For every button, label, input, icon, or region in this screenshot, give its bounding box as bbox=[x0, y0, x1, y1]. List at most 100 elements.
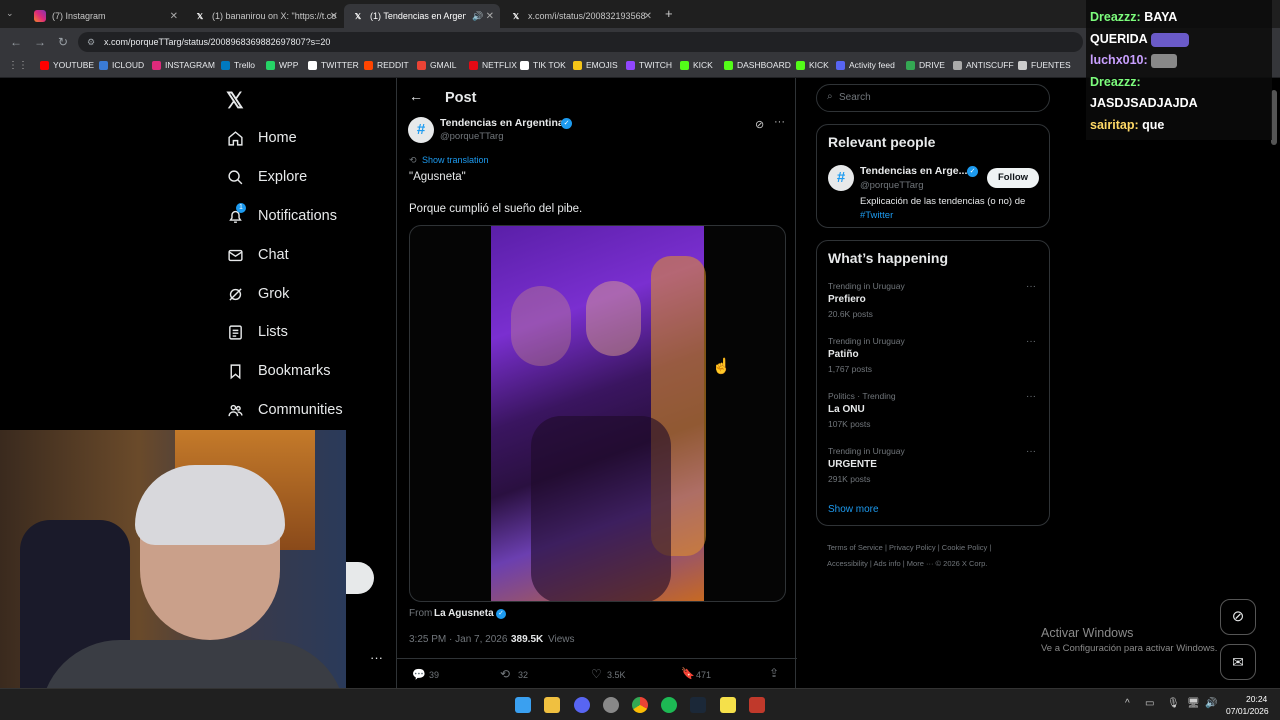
bookmark-item[interactable]: ICLOUD bbox=[99, 60, 144, 70]
bookmark-item[interactable]: KICK bbox=[680, 60, 713, 70]
bookmark-item[interactable]: KICK bbox=[796, 60, 829, 70]
more-link[interactable]: More ··· bbox=[907, 559, 934, 568]
file-explorer-icon[interactable] bbox=[544, 697, 560, 713]
author-name[interactable]: Tendencias en Argentina bbox=[440, 117, 564, 129]
close-tab-icon[interactable]: ✕ bbox=[644, 11, 652, 22]
grok-explain-icon[interactable]: ⊘ bbox=[755, 118, 764, 131]
bookmark-item[interactable]: EMOJIS bbox=[573, 60, 618, 70]
sidebar-item-grok[interactable]: Grok bbox=[227, 279, 289, 309]
show-translation-link[interactable]: Show translation bbox=[422, 155, 489, 165]
apps-icon[interactable]: ⋮⋮ bbox=[8, 60, 28, 71]
close-tab-icon[interactable]: ✕ bbox=[486, 11, 494, 22]
like-icon[interactable]: ♡ bbox=[591, 667, 602, 681]
speaker-icon[interactable]: 🔊 bbox=[472, 11, 483, 22]
search-input[interactable]: ⌕ Search bbox=[816, 84, 1050, 112]
bookmark-item[interactable]: DRIVE bbox=[906, 60, 945, 70]
avatar[interactable]: # bbox=[408, 117, 434, 143]
author-handle[interactable]: @porqueTTarg bbox=[440, 131, 504, 142]
trend-more-icon[interactable]: ··· bbox=[1026, 336, 1036, 347]
trend-more-icon[interactable]: ··· bbox=[1026, 446, 1036, 457]
bookmark-item[interactable]: FUENTES bbox=[1018, 60, 1071, 70]
tray-chevron-icon[interactable]: ^ bbox=[1125, 698, 1130, 709]
repost-icon[interactable]: ⟲ bbox=[500, 667, 510, 681]
tab-tendencias[interactable]: 𝕏 (1) Tendencias en Argentina 🔊 ✕ bbox=[344, 4, 500, 28]
share-icon[interactable]: ⇪ bbox=[769, 666, 779, 680]
trend-item[interactable]: Trending in Uruguay URGENTE 291K posts ··· bbox=[828, 446, 1038, 496]
discord-icon[interactable] bbox=[574, 697, 590, 713]
trend-more-icon[interactable]: ··· bbox=[1026, 281, 1036, 292]
bookmark-icon[interactable]: 🔖 bbox=[681, 667, 695, 680]
bookmark-item[interactable]: Trello bbox=[221, 60, 255, 70]
sidebar-item-chat[interactable]: Chat bbox=[227, 240, 289, 270]
person-handle[interactable]: @porqueTTarg bbox=[860, 180, 924, 191]
bookmark-item[interactable]: Activity feed bbox=[836, 60, 895, 70]
post-button[interactable] bbox=[346, 562, 374, 594]
app-icon[interactable] bbox=[749, 697, 765, 713]
cookie-link[interactable]: Cookie Policy bbox=[942, 543, 987, 552]
sidebar-item-home[interactable]: Home bbox=[227, 123, 297, 153]
follow-button[interactable]: Follow bbox=[987, 168, 1039, 188]
site-info-icon[interactable]: ⚙ bbox=[87, 32, 95, 52]
tab-list-icon[interactable]: ⌄ bbox=[6, 8, 14, 19]
x-logo-icon[interactable]: 𝕏 bbox=[226, 88, 244, 114]
messages-float-button[interactable]: ✉ bbox=[1220, 644, 1256, 680]
obs-icon[interactable] bbox=[603, 697, 619, 713]
bookmark-item[interactable]: DASHBOARD bbox=[724, 60, 791, 70]
terms-link[interactable]: Terms of Service bbox=[827, 543, 883, 552]
bookmark-item[interactable]: ANTISCUFF bbox=[953, 60, 1014, 70]
bookmark-item[interactable]: WPP bbox=[266, 60, 298, 70]
person-name[interactable]: Tendencias en Arge... bbox=[860, 165, 967, 177]
accessibility-link[interactable]: Accessibility bbox=[827, 559, 868, 568]
sidebar-item-lists[interactable]: Lists bbox=[227, 317, 288, 347]
tab-bananirou[interactable]: 𝕏 (1) bananirou on X: "https://t.co ✕ bbox=[186, 4, 344, 28]
trend-item[interactable]: Trending in Uruguay Patiño 1,767 posts ··· bbox=[828, 336, 1038, 386]
trend-item[interactable]: Politics · Trending La ONU 107K posts ··· bbox=[828, 391, 1038, 441]
video-player[interactable]: ☝ bbox=[409, 225, 786, 602]
sidebar-item-bookmarks[interactable]: Bookmarks bbox=[227, 356, 331, 386]
flag-icon[interactable]: ▭ bbox=[1145, 698, 1154, 709]
bookmark-item[interactable]: REDDIT bbox=[364, 60, 409, 70]
clock-date[interactable]: 07/01/2026 bbox=[1226, 706, 1269, 716]
bookmark-item[interactable]: TWITCH bbox=[626, 60, 672, 70]
spotify-icon[interactable] bbox=[661, 697, 677, 713]
chrome-icon[interactable] bbox=[632, 697, 648, 713]
mic-icon[interactable]: 🎙 bbox=[1167, 698, 1180, 709]
privacy-link[interactable]: Privacy Policy bbox=[889, 543, 936, 552]
avatar[interactable]: # bbox=[828, 165, 854, 191]
sidebar-item-communities[interactable]: Communities bbox=[227, 395, 343, 425]
sticky-notes-icon[interactable] bbox=[720, 697, 736, 713]
sidebar-item-notifications[interactable]: 1 Notifications bbox=[227, 201, 337, 231]
bookmark-item[interactable]: YOUTUBE bbox=[40, 60, 94, 70]
steam-icon[interactable] bbox=[690, 697, 706, 713]
reload-icon[interactable]: ↻ bbox=[58, 35, 68, 49]
post-timestamp[interactable]: 3:25 PM · Jan 7, 2026 · bbox=[409, 634, 514, 645]
close-tab-icon[interactable]: ✕ bbox=[330, 11, 338, 22]
from-name[interactable]: La Agusneta bbox=[434, 608, 494, 619]
bookmark-item[interactable]: TWITTER bbox=[308, 60, 359, 70]
sidebar-item-explore[interactable]: Explore bbox=[227, 162, 307, 192]
show-more-link[interactable]: Show more bbox=[828, 504, 879, 515]
grok-float-button[interactable]: ⊘ bbox=[1220, 599, 1256, 635]
bookmark-item[interactable]: NETFLIX bbox=[469, 60, 517, 70]
volume-icon[interactable]: 🔊 bbox=[1205, 698, 1217, 709]
bio-hashtag-link[interactable]: #Twitter bbox=[860, 210, 893, 221]
network-icon[interactable]: 🖥 bbox=[1187, 698, 1200, 709]
bookmark-item[interactable]: TIK TOK bbox=[520, 60, 566, 70]
tab-instagram[interactable]: (7) Instagram ✕ bbox=[26, 4, 184, 28]
tab-status[interactable]: 𝕏 x.com/i/status/200832193568 ✕ bbox=[502, 4, 658, 28]
reply-icon[interactable]: 💬 bbox=[412, 668, 426, 681]
new-tab-icon[interactable]: + bbox=[665, 6, 673, 21]
forward-icon[interactable]: → bbox=[34, 35, 46, 49]
close-tab-icon[interactable]: ✕ bbox=[170, 11, 178, 22]
windows-start-icon[interactable] bbox=[515, 697, 531, 713]
back-arrow-icon[interactable]: ← bbox=[409, 88, 423, 104]
bookmark-item[interactable]: GMAIL bbox=[417, 60, 456, 70]
back-icon[interactable]: ← bbox=[10, 35, 22, 49]
clock-time[interactable]: 20:24 bbox=[1246, 694, 1267, 704]
trend-more-icon[interactable]: ··· bbox=[1026, 391, 1036, 402]
account-more-icon[interactable]: ··· bbox=[370, 650, 383, 665]
trend-item[interactable]: Trending in Uruguay Prefiero 20.6K posts ··… bbox=[828, 281, 1038, 331]
ads-link[interactable]: Ads info bbox=[874, 559, 901, 568]
bookmark-item[interactable]: INSTAGRAM bbox=[152, 60, 215, 70]
url-input[interactable]: ⚙ x.com/porqueTTarg/status/2008968369882… bbox=[78, 32, 1083, 52]
